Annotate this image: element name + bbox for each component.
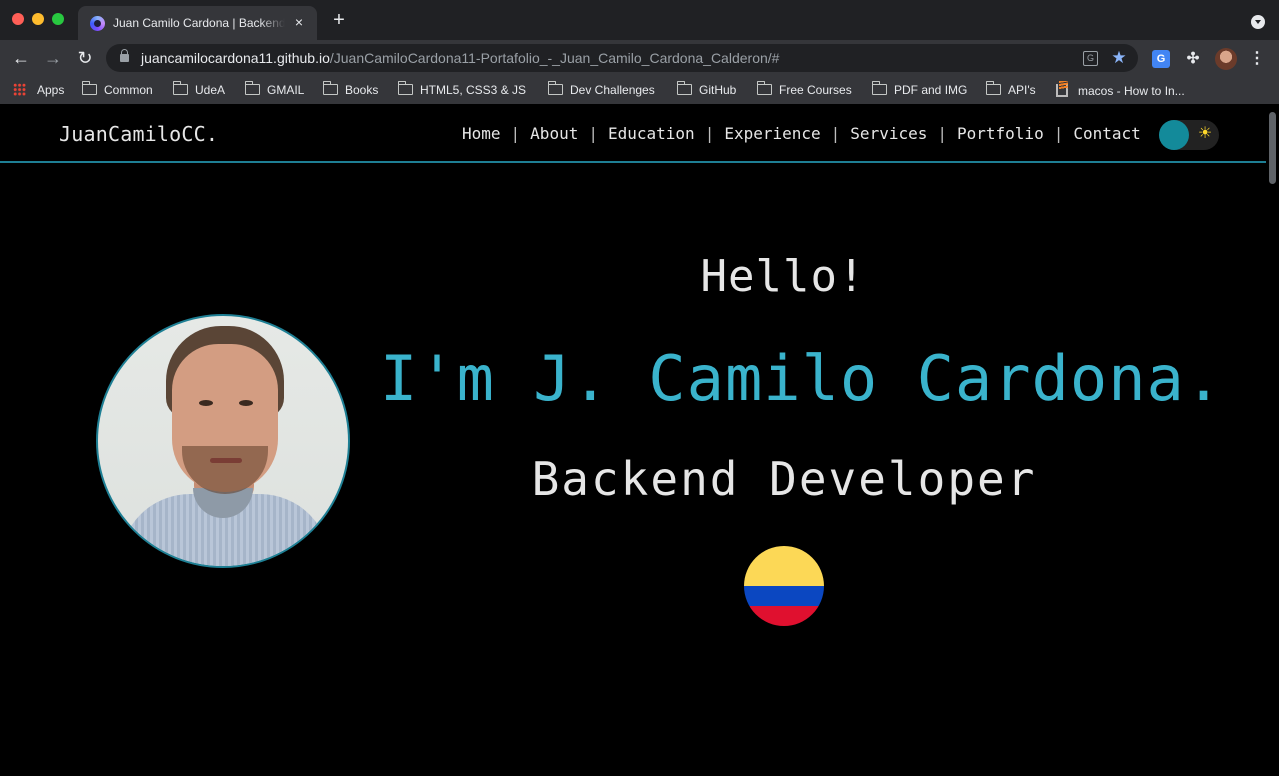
browser-tab-active[interactable]: Juan Camilo Cardona | Backend Developer … — [78, 6, 317, 40]
bookmark-label: GitHub — [699, 83, 737, 97]
folder-icon — [81, 81, 97, 95]
url-path: /JuanCamiloCardona11-Portafolio_-_Juan_C… — [329, 50, 780, 66]
stackoverflow-icon — [1056, 81, 1068, 97]
bookmark-star-icon[interactable]: ★ — [1108, 47, 1130, 69]
bookmark-folder-gmail[interactable]: GMAIL — [244, 81, 305, 98]
address-bar[interactable]: juancamilocardona11.github.io/JuanCamilo… — [106, 44, 1138, 72]
nav-separator: | — [830, 124, 841, 143]
bookmark-folder-dev-challenges[interactable]: Dev Challenges — [547, 81, 655, 98]
bookmark-label: API's — [1008, 83, 1036, 97]
folder-icon — [244, 81, 260, 95]
site-favicon-icon — [90, 16, 105, 31]
nav-separator: | — [704, 124, 715, 143]
tab-title: Juan Camilo Cardona | Backend Developer — [113, 16, 285, 30]
site-brand-logo[interactable]: JuanCamiloCC. — [59, 122, 218, 146]
folder-icon — [676, 81, 692, 95]
bookmark-label: Common — [104, 83, 153, 97]
tab-search-icon[interactable] — [1251, 15, 1265, 29]
bookmark-folder-pdf-img[interactable]: PDF and IMG — [871, 81, 968, 98]
bookmark-label: HTML5, CSS3 & JS — [420, 83, 527, 97]
nav-link-contact[interactable]: Contact — [1073, 124, 1140, 143]
bookmark-label: PDF and IMG — [894, 83, 968, 97]
browser-menu-icon[interactable]: ⋮ — [1249, 48, 1265, 70]
nav-link-services[interactable]: Services — [850, 124, 927, 143]
folder-icon — [397, 81, 413, 95]
nav-link-experience[interactable]: Experience — [724, 124, 820, 143]
new-tab-button[interactable]: + — [329, 10, 349, 30]
translate-page-icon[interactable]: G — [1083, 51, 1098, 66]
google-translate-extension-icon[interactable]: G — [1152, 50, 1170, 68]
bookmark-folder-books[interactable]: Books — [322, 81, 379, 98]
bookmark-label: Dev Challenges — [570, 83, 655, 97]
nav-link-portfolio[interactable]: Portfolio — [957, 124, 1044, 143]
scrollbar-thumb[interactable] — [1269, 112, 1276, 184]
main-nav: Home | About | Education | Experience | … — [462, 124, 1141, 143]
window-close-button[interactable] — [12, 13, 24, 25]
lock-icon[interactable] — [120, 49, 129, 62]
page-viewport: JuanCamiloCC. Home | About | Education |… — [0, 108, 1279, 776]
window-maximize-button[interactable] — [52, 13, 64, 25]
nav-separator: | — [1053, 124, 1064, 143]
folder-icon — [322, 81, 338, 95]
folder-icon — [547, 81, 563, 95]
bookmark-folder-free-courses[interactable]: Free Courses — [756, 81, 852, 98]
bookmark-folder-common[interactable]: Common — [81, 81, 153, 98]
bookmark-label: macos - How to In... — [1078, 84, 1185, 98]
nav-link-about[interactable]: About — [530, 124, 578, 143]
bookmark-folder-udea[interactable]: UdeA — [172, 81, 226, 98]
bookmark-label: Books — [345, 83, 379, 97]
profile-avatar[interactable] — [1215, 48, 1237, 70]
nav-separator: | — [937, 124, 947, 143]
bookmark-label: GMAIL — [267, 83, 305, 97]
photo-eye-right — [239, 400, 253, 406]
bookmark-apps[interactable]: Apps — [37, 82, 64, 98]
url-text[interactable]: juancamilocardona11.github.io/JuanCamilo… — [141, 50, 779, 66]
bookmark-label: Free Courses — [779, 83, 852, 97]
bookmarks-bar: Apps Common UdeA GMAIL Books HTML5, CSS3… — [0, 76, 1279, 104]
bookmark-folder-apis[interactable]: API's — [985, 81, 1036, 98]
hero-greeting: Hello! — [700, 251, 866, 302]
url-host: juancamilocardona11.github.io — [141, 50, 330, 66]
folder-icon — [172, 81, 188, 95]
bookmark-folder-html5[interactable]: HTML5, CSS3 & JS — [397, 81, 527, 98]
back-arrow-icon[interactable]: ← — [9, 46, 33, 70]
folder-icon — [871, 81, 887, 95]
photo-eye-left — [199, 400, 213, 406]
browser-tab-bar: Juan Camilo Cardona | Backend Developer … — [0, 0, 1279, 40]
folder-icon — [985, 81, 1001, 95]
bookmark-label: UdeA — [195, 83, 226, 97]
hero-role: Backend Developer — [531, 452, 1037, 506]
tab-close-icon[interactable]: × — [291, 14, 307, 30]
apps-grid-icon[interactable] — [13, 83, 26, 96]
hero-name-heading: I'm J. Camilo Cardona. — [380, 342, 1224, 415]
theme-toggle-switch[interactable]: ☀ — [1159, 120, 1219, 150]
profile-photo — [96, 314, 350, 568]
site-header: JuanCamiloCC. Home | About | Education |… — [0, 108, 1266, 163]
nav-link-education[interactable]: Education — [608, 124, 695, 143]
sun-icon: ☀ — [1197, 125, 1213, 142]
photo-mouth — [210, 458, 242, 463]
extensions-puzzle-icon[interactable]: ✣ — [1184, 50, 1202, 68]
forward-arrow-icon[interactable]: → — [41, 46, 65, 70]
bookmark-folder-github[interactable]: GitHub — [676, 81, 737, 98]
folder-icon — [756, 81, 772, 95]
bookmark-stackoverflow[interactable]: macos - How to In... — [1056, 81, 1185, 98]
reload-icon[interactable]: ↻ — [73, 46, 97, 70]
page-scrollbar[interactable] — [1266, 108, 1279, 776]
nav-separator: | — [588, 124, 598, 143]
browser-toolbar: ← → ↻ juancamilocardona11.github.io/Juan… — [0, 40, 1279, 76]
colombia-flag-icon — [744, 546, 824, 626]
toggle-knob — [1159, 120, 1189, 150]
window-minimize-button[interactable] — [32, 13, 44, 25]
nav-link-home[interactable]: Home — [462, 124, 501, 143]
nav-separator: | — [510, 124, 521, 143]
